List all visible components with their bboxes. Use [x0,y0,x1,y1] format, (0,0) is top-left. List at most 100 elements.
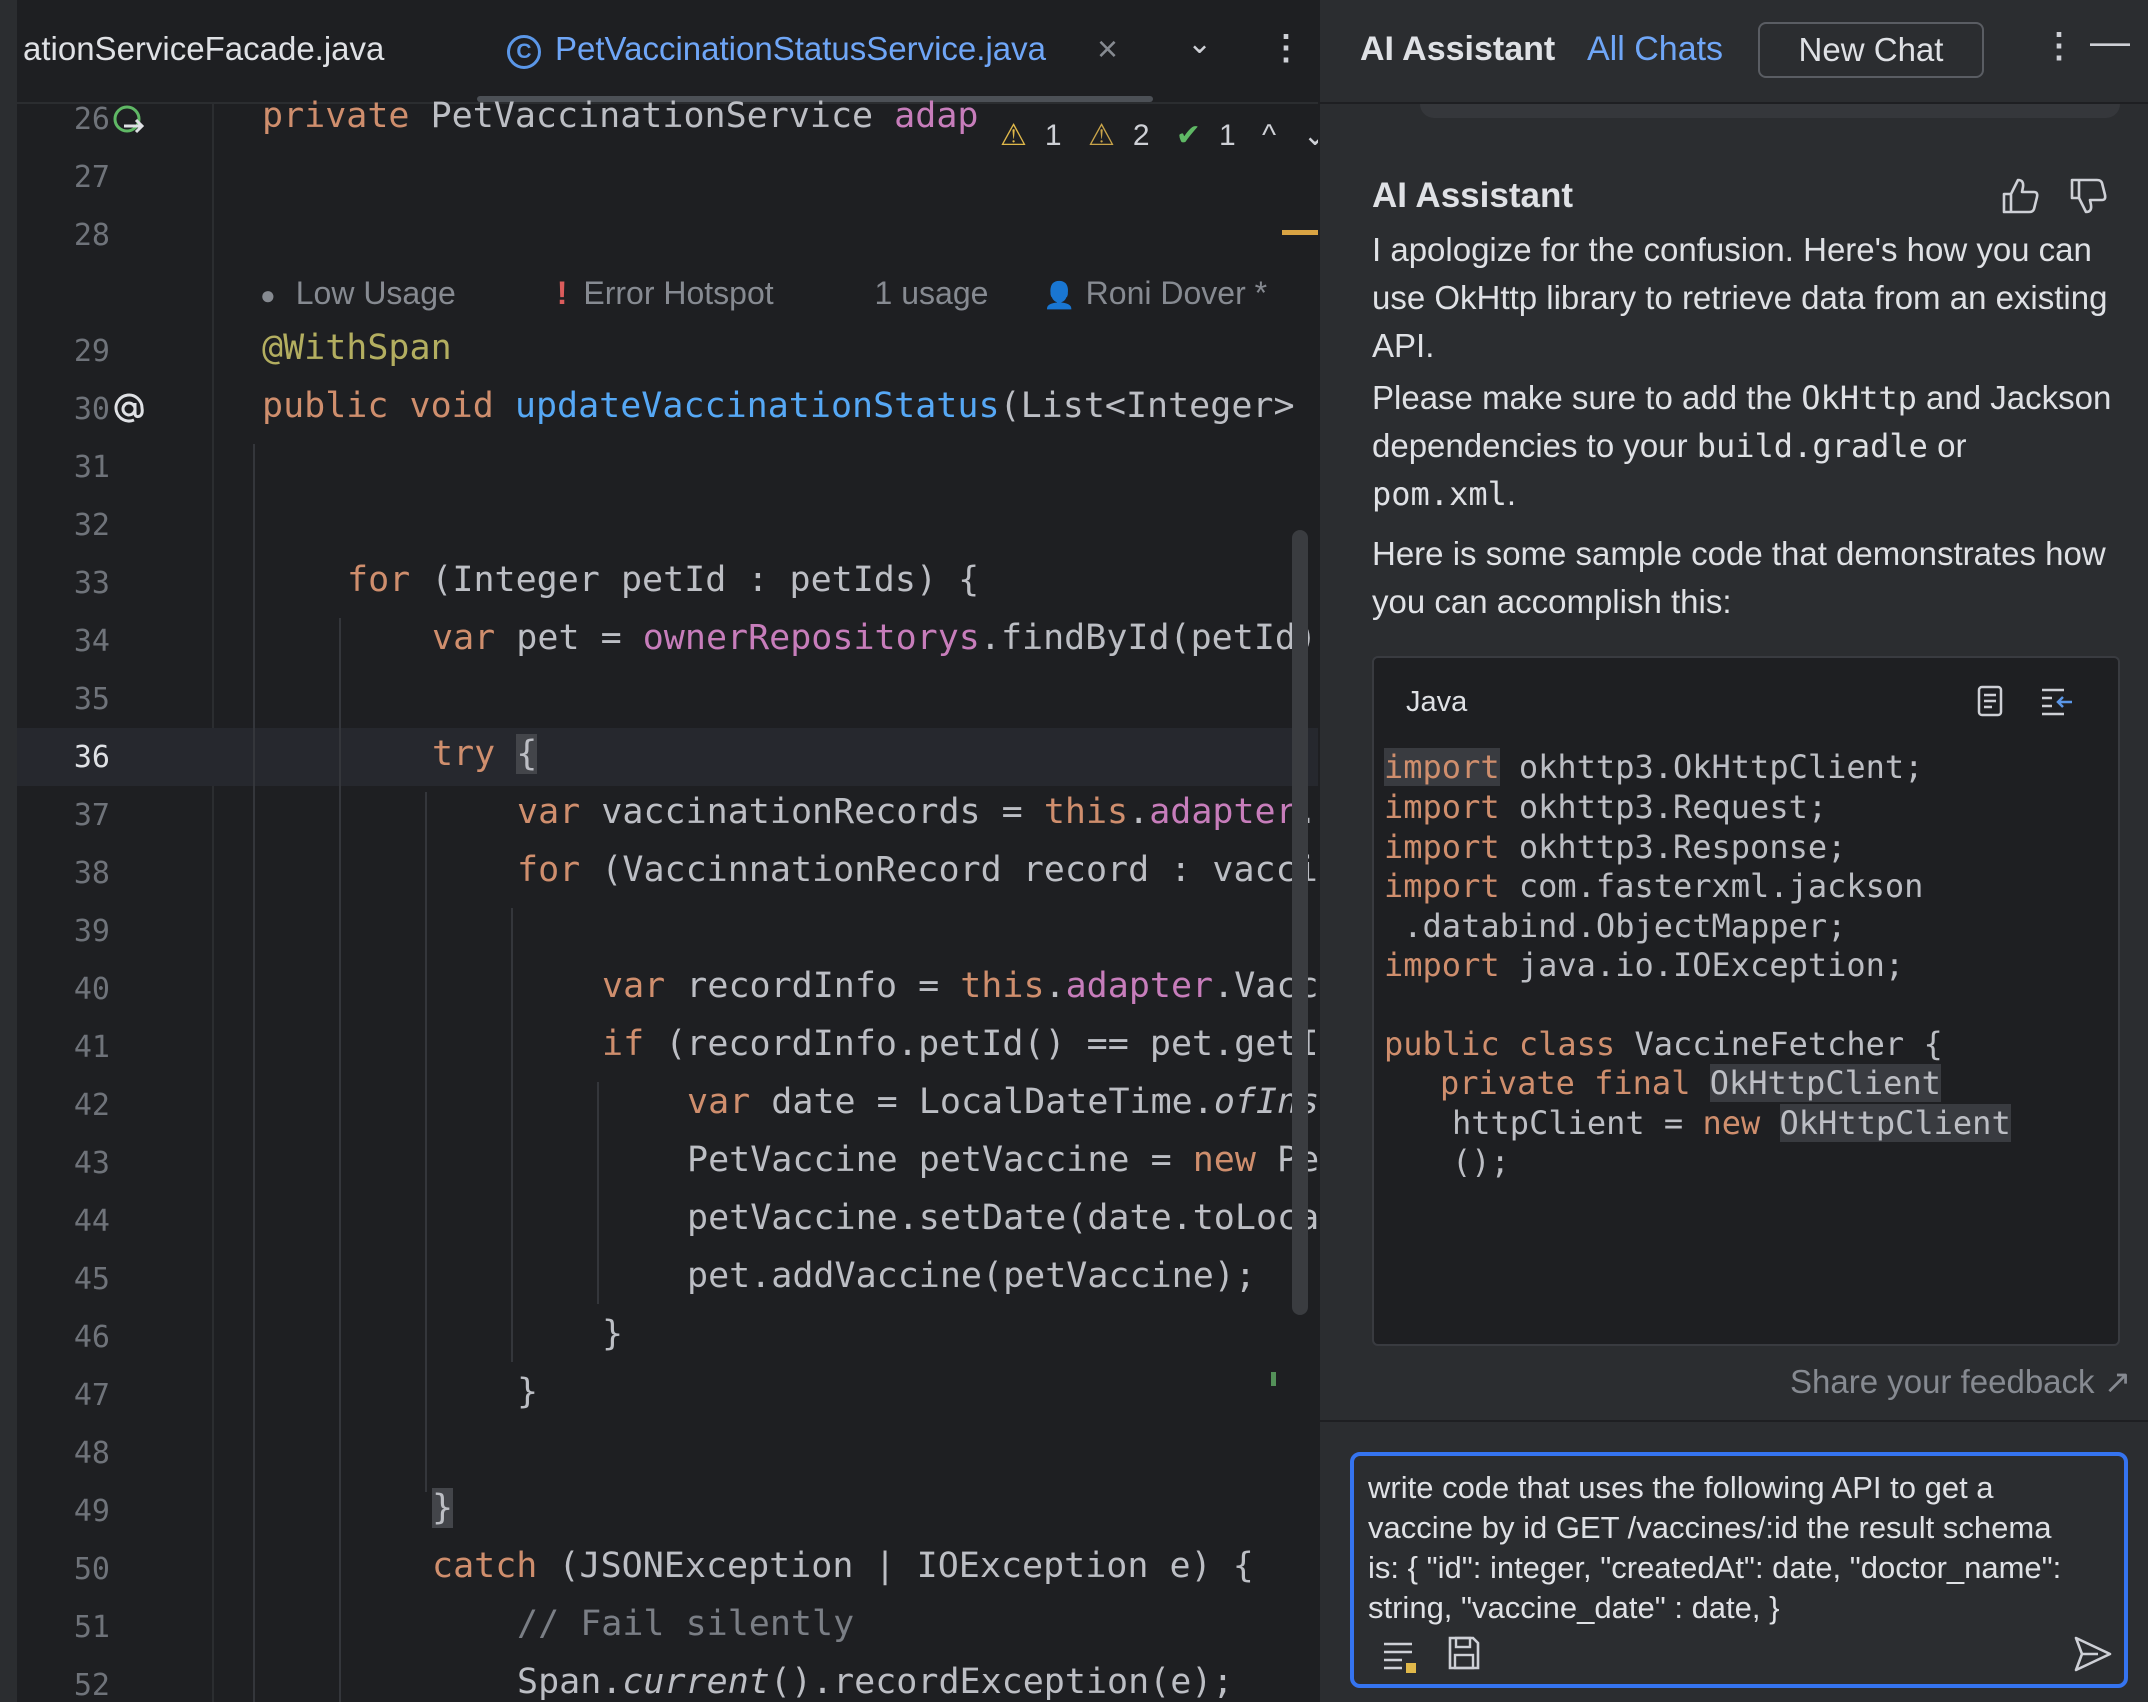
gutter-divider [212,104,214,1702]
code: httpClient = [1452,1104,1703,1142]
params: (List<Integer> [999,386,1295,426]
snippet-line: public class VaccineFetcher { [1384,1025,1943,1063]
thumbs-down-icon[interactable] [2066,174,2110,218]
editor-scrollbar[interactable] [1292,530,1308,1315]
keyword: import [1384,867,1500,905]
code-line-41[interactable]: if (recordInfo.petId() == pet.getI [602,1024,1318,1064]
editor-tab-bar: ationServiceFacade.java C PetVaccinationS… [17,0,1318,104]
keyword: import [1384,748,1500,786]
keyword: import [1384,946,1500,984]
thumbs-up-icon[interactable] [1998,174,2042,218]
code-line-37[interactable]: var vaccinationRecords = this.adapter. [517,792,1318,832]
code-line-43[interactable]: PetVaccine petVaccine = new Pe [687,1140,1318,1180]
line-number: 44 [73,1204,110,1239]
keyword: try [432,734,517,774]
code: (JSONException | IOException e) { [558,1546,1254,1586]
tab-service-facade[interactable]: ationServiceFacade.java [23,30,384,68]
error-stripe-mark[interactable] [1282,230,1318,235]
code-line-46[interactable]: } [602,1314,623,1354]
close-tab-icon[interactable]: × [1097,28,1118,70]
implements-gutter-icon[interactable] [110,102,148,140]
inline-code: OkHttp [1801,379,1917,417]
share-feedback-link[interactable]: Share your feedback ↗ [1790,1362,2131,1401]
previous-highlight-icon[interactable]: ^ [1262,119,1276,152]
chat-input-text[interactable]: write code that uses the following API t… [1368,1468,2088,1628]
code: .findById(petId) [979,618,1318,658]
add-context-icon[interactable] [1380,1636,1420,1676]
code: okhttp3.Request; [1499,788,1828,826]
snippet-line: import okhttp3.Response; [1384,828,1846,866]
inline-code: pom.xml [1372,475,1507,513]
low-usage-hint[interactable]: ● Low Usage [260,275,502,311]
dot-icon: ● [260,280,276,310]
code-line-44[interactable]: petVaccine.setDate(date.toLoca [687,1198,1318,1238]
code-line-40[interactable]: var recordInfo = this.adapter.Vacc [602,966,1318,1006]
code-line-42[interactable]: var date = LocalDateTime.ofIns [687,1082,1318,1122]
save-prompt-icon[interactable] [1446,1634,1482,1672]
next-highlight-icon[interactable]: ⌄ [1302,119,1318,152]
assistant-header: AI Assistant All Chats New Chat ⋮ — [1320,0,2148,104]
more-icon[interactable]: ⋮ [1269,28,1303,68]
line-number: 28 [73,218,110,253]
keyword: public void [262,386,515,426]
tab-pet-vaccination-status-service[interactable]: C PetVaccinationStatusService.java [507,30,1046,69]
text: . [1506,475,1517,512]
minimize-icon[interactable]: — [2090,20,2130,65]
assistant-title: AI Assistant [1360,30,1556,68]
line-number: 37 [73,798,110,833]
code: com.fasterxml.jackson [1499,867,1924,905]
code-line-45[interactable]: pet.addVaccine(petVaccine); [687,1256,1256,1296]
code-line-36[interactable]: try { [432,734,538,774]
new-chat-button[interactable]: New Chat [1758,22,1984,78]
chat-input[interactable]: write code that uses the following API t… [1350,1452,2128,1688]
code-line-26[interactable]: private PetVaccinationService adap [262,96,978,136]
error-hotspot-hint[interactable]: ! Error Hotspot [557,275,820,311]
keyword: for [517,850,602,890]
chevron-down-icon[interactable]: ⌄ [1187,26,1212,61]
user-icon: 👤 [1043,280,1076,310]
warning-count: 1 [1044,119,1062,152]
keyword: private final [1440,1064,1710,1102]
code-snippet[interactable]: Java import okhttp3.OkHttpClient; import… [1372,656,2120,1346]
line-number: 33 [73,566,110,601]
usage-hint[interactable]: 1 usage [875,275,989,311]
insert-at-caret-icon[interactable] [2038,682,2076,720]
annotation-gutter-icon[interactable] [110,390,148,428]
inspection-widget[interactable]: ⚠ 1 ⚠ 2 ✔ 1 ^ ⌄ [1000,118,1318,153]
line-number: 49 [73,1494,110,1529]
line-number: 32 [73,508,110,543]
more-icon[interactable]: ⋮ [2042,26,2076,66]
message-paragraph: Here is some sample code that demonstrat… [1372,535,2106,620]
keyword: this [960,966,1045,1006]
code-line-33[interactable]: for (Integer petId : petIds) { [347,560,979,600]
send-icon[interactable] [2070,1632,2114,1676]
code-line-51[interactable]: // Fail silently [517,1604,854,1644]
line-number: 51 [73,1610,110,1645]
copy-icon[interactable] [1970,682,2008,720]
code-line-52[interactable]: Span.current().recordException(e); [517,1662,1233,1702]
code: (VaccinnationRecord record : vacci [601,850,1318,890]
code-line-30[interactable]: public void updateVaccinationStatus(List… [262,386,1295,426]
line-number: 27 [73,160,110,195]
code-line-49[interactable]: } [432,1488,454,1528]
class-icon: C [507,35,541,69]
keyword: private [262,96,431,136]
indent-guide [339,618,341,1702]
keyword: var [432,618,517,658]
indent-guide [511,908,513,1362]
code-line-29[interactable]: @WithSpan [262,328,452,368]
code-line-38[interactable]: for (VaccinnationRecord record : vacci [517,850,1318,890]
code-editor[interactable]: ationServiceFacade.java C PetVaccinationS… [0,0,1318,1702]
change-marker [1271,1372,1276,1386]
snippet-line: import okhttp3.Request; [1384,788,1827,826]
snippet-line: (); [1452,1143,1510,1181]
code-line-34[interactable]: var pet = ownerRepositorys.findById(petI… [432,618,1317,658]
snippet-line: import com.fasterxml.jackson [1384,867,1923,905]
indent-guide [597,1082,599,1304]
code: OkHttpClient [1709,1064,1941,1102]
author-hint[interactable]: 👤 Roni Dover * [1043,275,1313,311]
code-line-50[interactable]: catch (JSONException | IOException e) { [432,1546,1254,1586]
all-chats-link[interactable]: All Chats [1587,30,1723,69]
field: ownerRepositorys [642,618,980,658]
code-line-47[interactable]: } [517,1372,538,1412]
